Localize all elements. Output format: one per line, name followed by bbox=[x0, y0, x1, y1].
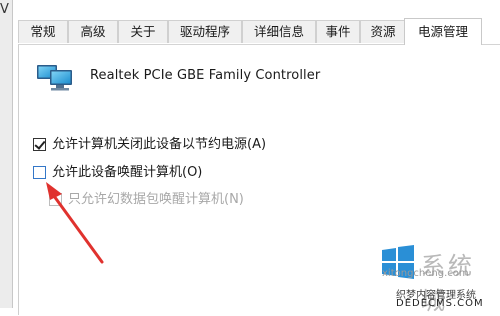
tab-details[interactable]: 详细信息 bbox=[242, 20, 316, 43]
red-arrow-annotation bbox=[46, 182, 104, 264]
tab-resources[interactable]: 资源 bbox=[360, 20, 406, 43]
watermark-url: xitongcheng.com bbox=[382, 268, 469, 279]
background-window-text: V bbox=[0, 2, 9, 17]
watermark-line3: DEDECMS.COM bbox=[396, 298, 484, 309]
site-watermark: 系统城 xitongcheng.com 织梦内容管理系统 DEDECMS.COM bbox=[338, 242, 500, 315]
tab-driver[interactable]: 驱动程序 bbox=[168, 20, 242, 43]
tab-bar: 常规 高级 关于 驱动程序 详细信息 事件 资源 电源管理 bbox=[18, 18, 500, 45]
allow-power-off-checkbox[interactable] bbox=[33, 138, 46, 151]
tab-general[interactable]: 常规 bbox=[18, 20, 68, 43]
tab-power-management[interactable]: 电源管理 bbox=[404, 18, 482, 45]
background-window-edge: V bbox=[0, 0, 13, 308]
tab-events[interactable]: 事件 bbox=[316, 20, 360, 43]
device-name: Realtek PCIe GBE Family Controller bbox=[90, 68, 321, 83]
network-adapter-icon bbox=[37, 65, 72, 91]
allow-power-off-label[interactable]: 允许计算机关闭此设备以节约电源(A) bbox=[52, 136, 266, 154]
tab-about[interactable]: 关于 bbox=[118, 20, 168, 43]
tab-advanced[interactable]: 高级 bbox=[68, 20, 118, 43]
